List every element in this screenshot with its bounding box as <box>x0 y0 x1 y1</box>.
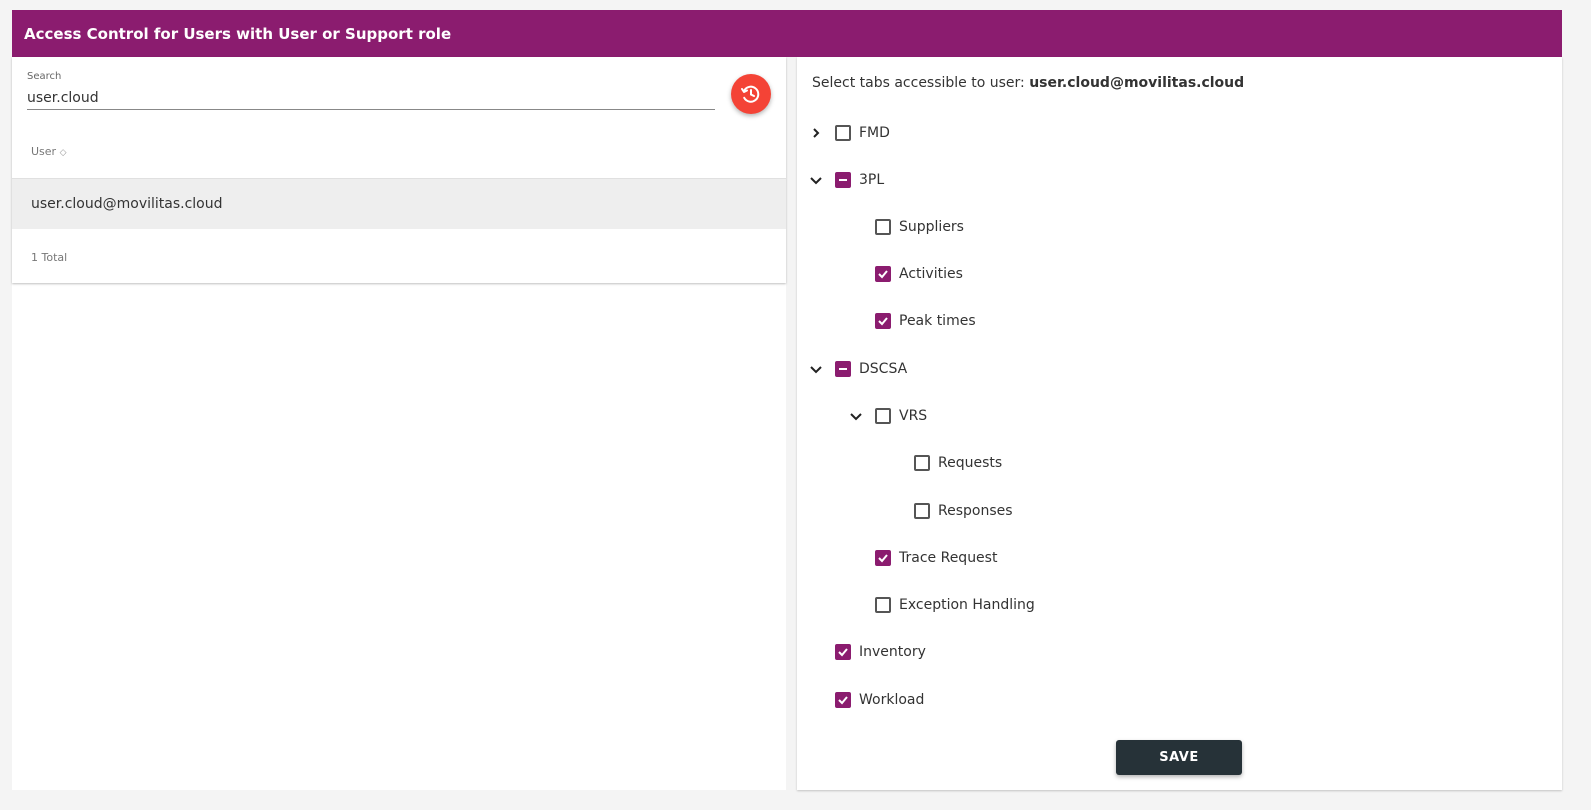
tree-node-peak-times: Peak times <box>797 308 1557 334</box>
tree-node-workload: Workload <box>797 687 1557 713</box>
checkbox-workload[interactable] <box>835 692 851 708</box>
selected-user: user.cloud@movilitas.cloud <box>1029 75 1245 91</box>
tree-node-dscsa: DSCSA <box>797 356 1557 382</box>
tree-label-dscsa: DSCSA <box>859 361 908 377</box>
checkbox-trace-request[interactable] <box>875 550 891 566</box>
history-icon <box>741 85 760 103</box>
user-column-label: User <box>31 145 57 158</box>
check-icon <box>878 554 888 563</box>
total-count: 1 Total <box>31 251 68 264</box>
check-icon <box>838 696 848 705</box>
tree-node-trace-request: Trace Request <box>797 545 1557 571</box>
checkbox-suppliers[interactable] <box>875 219 891 235</box>
checkbox-inventory[interactable] <box>835 644 851 660</box>
user-email: user.cloud@movilitas.cloud <box>31 196 223 212</box>
tabs-access-prefix: Select tabs accessible to user: <box>812 75 1025 91</box>
checkbox-vrs[interactable] <box>875 408 891 424</box>
check-icon <box>878 317 888 326</box>
tree-label-exception-handling: Exception Handling <box>899 597 1035 613</box>
tree-node-suppliers: Suppliers <box>797 214 1557 240</box>
checkbox-exception-handling[interactable] <box>875 597 891 613</box>
checkbox-peak-times[interactable] <box>875 313 891 329</box>
tree-label-responses: Responses <box>938 503 1013 519</box>
tree-label-suppliers: Suppliers <box>899 219 964 235</box>
user-list-panel: Search User ◇ user.cloud@movilitas.cloud… <box>12 57 786 790</box>
tree-label-workload: Workload <box>859 692 925 708</box>
tree-label-3pl: 3PL <box>859 172 885 188</box>
tree-node-requests: Requests <box>797 450 1557 476</box>
tree-label-vrs: VRS <box>899 408 928 424</box>
checkbox-3pl[interactable] <box>835 172 851 188</box>
tree-label-inventory: Inventory <box>859 644 926 660</box>
tree-label-activities: Activities <box>899 266 963 282</box>
table-row[interactable]: user.cloud@movilitas.cloud <box>12 178 786 229</box>
tree-node-activities: Activities <box>797 261 1557 287</box>
chevron-down-icon[interactable] <box>849 409 863 423</box>
search-label: Search <box>27 71 62 82</box>
chevron-down-icon[interactable] <box>809 173 823 187</box>
checkbox-responses[interactable] <box>914 503 930 519</box>
tree-node-exception-handling: Exception Handling <box>797 592 1557 618</box>
reset-history-button[interactable] <box>731 74 771 114</box>
tree-node-responses: Responses <box>797 498 1557 524</box>
tree-label-trace-request: Trace Request <box>899 550 998 566</box>
chevron-down-icon[interactable] <box>809 362 823 376</box>
tree-label-fmd: FMD <box>859 125 890 141</box>
checkbox-activities[interactable] <box>875 266 891 282</box>
chevron-right-icon[interactable] <box>809 126 823 140</box>
user-search-card: Search User ◇ user.cloud@movilitas.cloud… <box>12 57 786 283</box>
user-column-header[interactable]: User ◇ <box>31 145 67 158</box>
tabs-access-panel: Select tabs accessible to user: user.clo… <box>797 57 1562 790</box>
check-icon <box>838 648 848 657</box>
checkbox-dscsa[interactable] <box>835 361 851 377</box>
tree-label-requests: Requests <box>938 455 1003 471</box>
sort-icon: ◇ <box>59 148 67 158</box>
tree-node-vrs: VRS <box>797 403 1557 429</box>
tree-node-fmd: FMD <box>797 120 1557 146</box>
search-input[interactable] <box>27 87 715 110</box>
page-title: Access Control for Users with User or Su… <box>24 24 452 43</box>
tabs-access-heading: Select tabs accessible to user: user.clo… <box>812 75 1244 91</box>
checkbox-requests[interactable] <box>914 455 930 471</box>
checkbox-fmd[interactable] <box>835 125 851 141</box>
page-header: Access Control for Users with User or Su… <box>12 10 1562 57</box>
save-button[interactable]: SAVE <box>1116 740 1242 775</box>
check-icon <box>878 270 888 279</box>
tree-node-3pl: 3PL <box>797 167 1557 193</box>
tree-label-peak-times: Peak times <box>899 313 976 329</box>
tree-node-inventory: Inventory <box>797 639 1557 665</box>
